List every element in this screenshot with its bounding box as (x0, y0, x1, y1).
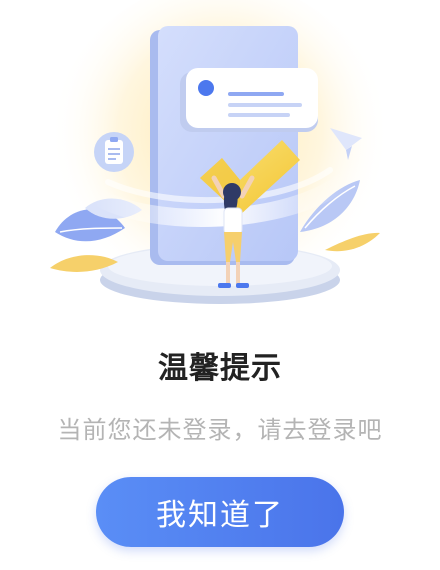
dialog-message: 当前您还未登录，请去登录吧 (57, 416, 383, 444)
login-required-illustration (50, 0, 390, 320)
login-prompt-dialog: 温馨提示 当前您还未登录，请去登录吧 我知道了 (0, 0, 440, 570)
message-card (180, 68, 318, 132)
confirm-button[interactable]: 我知道了 (96, 477, 344, 547)
dialog-title: 温馨提示 (158, 351, 282, 386)
clipboard-icon (94, 132, 134, 172)
